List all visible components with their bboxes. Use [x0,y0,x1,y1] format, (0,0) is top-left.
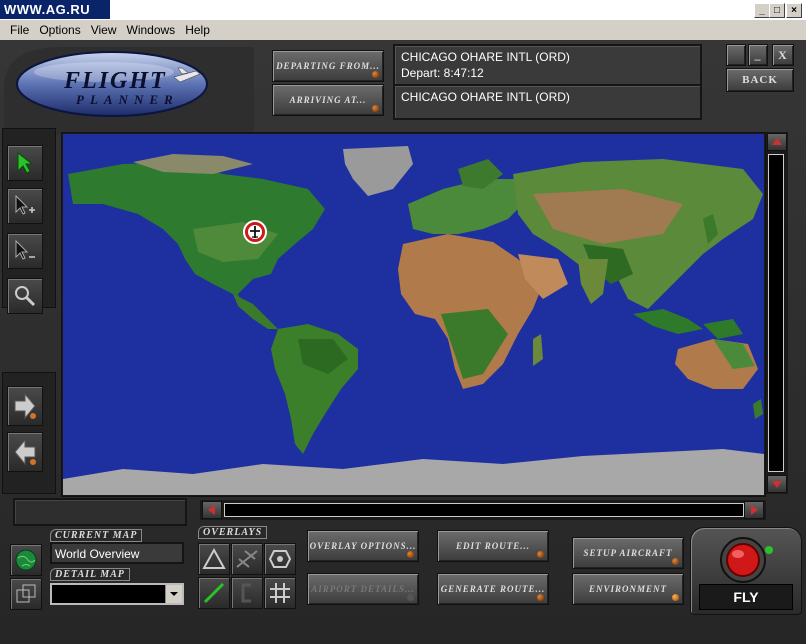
environment-button[interactable]: ENVIRONMENT [572,573,684,605]
fly-light-icon [720,537,773,583]
departure-time: Depart: 8:47:12 [401,66,484,80]
ils-icon [241,583,251,603]
current-map-field: World Overview [50,542,184,564]
generate-route-button[interactable]: GENERATE ROUTE... [437,573,549,605]
panel-blank-button[interactable] [726,44,746,66]
overlay-vor-button[interactable] [264,543,296,575]
back-tool-button[interactable] [7,432,43,472]
overlay-route-button[interactable] [198,577,230,609]
chevron-down-icon[interactable] [165,585,182,603]
current-map-label: CURRENT MAP [50,529,143,542]
triangle-icon [202,547,226,569]
scroll-down-button[interactable] [767,475,787,493]
scroll-up-button[interactable] [767,133,787,151]
arriving-at-button[interactable]: ARRIVING AT... [272,84,384,116]
vor-icon [268,550,292,568]
panel-minimize-button[interactable]: _ [748,44,768,66]
arrow-minus-icon [15,239,35,260]
flight-planner-logo: FLIGHT PLANNER [4,47,254,135]
map-layers-icon [16,584,36,603]
airways-icon [236,550,258,568]
detail-map-label: DETAIL MAP [50,568,130,581]
svg-text:PLANNER: PLANNER [76,92,179,107]
arrival-info: CHICAGO OHARE INTL (ORD) [393,84,702,120]
select-tool-button[interactable] [7,145,43,181]
map-vertical-scrollbar[interactable] [766,132,788,494]
grid-icon [270,583,290,603]
airport-marker[interactable] [243,220,267,244]
setup-aircraft-button[interactable]: SETUP AIRCRAFT [572,537,684,569]
title-bar: WWW.AG.RU _ □ × [0,0,806,20]
departure-info: CHICAGO OHARE INTL (ORD) Depart: 8:47:12 [393,44,702,88]
window-title: WWW.AG.RU [0,0,110,19]
scroll-left-button[interactable] [202,501,222,519]
route-line-icon [203,582,225,604]
detail-map-button[interactable] [10,578,42,610]
departing-from-button[interactable]: DEPARTING FROM... [272,50,384,82]
magnifier-icon [15,286,36,307]
map-horizontal-scrollbar[interactable] [200,500,766,520]
overlays-label: OVERLAYS [198,526,268,539]
globe-icon [15,549,37,571]
departure-airport: CHICAGO OHARE INTL (ORD) [401,50,570,64]
back-button[interactable]: BACK [726,68,794,92]
airport-details-button[interactable]: AIRPORT DETAILS... [307,573,419,605]
menu-windows[interactable]: Windows [122,20,181,40]
menu-help[interactable]: Help [180,20,215,40]
status-field [13,498,187,526]
application-window: WWW.AG.RU _ □ × File Options View Windows He… [0,0,806,644]
fly-label: FLY [699,584,793,610]
arrow-plus-icon [15,194,35,215]
overlay-airways-button[interactable] [231,543,263,575]
zoom-tool-button[interactable] [7,278,43,314]
fly-button[interactable]: FLY [690,527,802,615]
overlay-airports-button[interactable] [198,543,230,575]
select-arrow-icon [17,151,34,174]
horizontal-scroll-track[interactable] [224,503,744,517]
arrow-left-icon [14,438,36,466]
close-button[interactable]: × [786,3,802,18]
menu-file[interactable]: File [0,20,34,40]
arrival-airport: CHICAGO OHARE INTL (ORD) [401,90,570,104]
flight-planner-panel: FLIGHT PLANNER DEPARTING FROM... ARRIVIN… [0,40,806,644]
vertical-scroll-track[interactable] [768,154,784,472]
overlay-ils-button[interactable] [231,577,263,609]
scroll-right-button[interactable] [744,501,764,519]
globe-button[interactable] [10,544,42,576]
menu-view[interactable]: View [86,20,122,40]
panel-close-button[interactable]: X [772,44,794,66]
edit-route-button[interactable]: EDIT ROUTE... [437,530,549,562]
add-waypoint-tool-button[interactable] [7,188,43,224]
remove-waypoint-tool-button[interactable] [7,233,43,269]
overlay-grid-button[interactable] [264,577,296,609]
world-map[interactable] [63,134,764,495]
maximize-button[interactable]: □ [769,3,785,18]
detail-map-select[interactable] [50,583,184,605]
menu-options[interactable]: Options [34,20,85,40]
arrow-right-icon [14,392,36,420]
menu-bar: File Options View Windows Help [0,20,806,40]
map-frame [61,132,766,497]
overlay-options-button[interactable]: OVERLAY OPTIONS... [307,530,419,562]
forward-button[interactable] [7,386,43,426]
svg-text:FLIGHT: FLIGHT [63,68,167,94]
minimize-button[interactable]: _ [754,3,770,18]
